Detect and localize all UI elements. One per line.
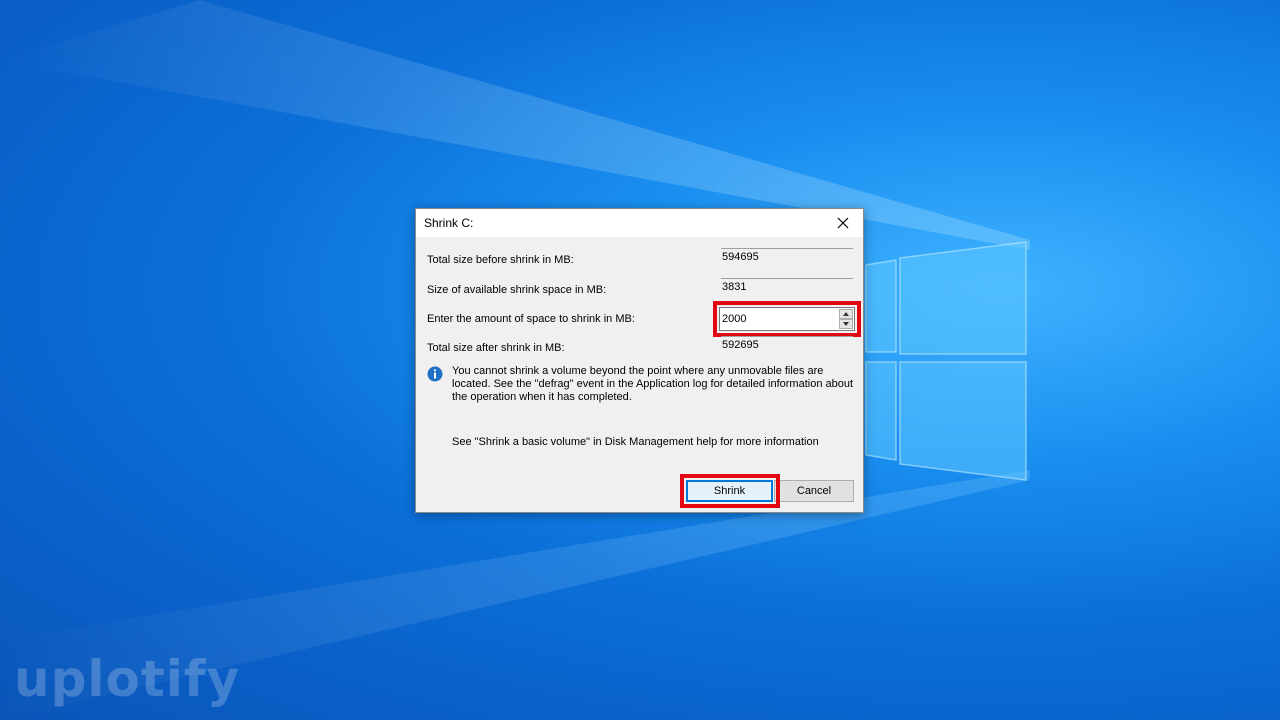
close-button[interactable]: [823, 209, 863, 237]
spin-up-button[interactable]: [839, 309, 853, 319]
shrink-amount-stepper: [719, 307, 855, 331]
shrink-dialog: Shrink C: Total size before shrink in MB…: [415, 208, 864, 513]
watermark-logo: uplotify: [14, 650, 241, 708]
total-after-value: 592695: [721, 336, 853, 358]
info-message: You cannot shrink a volume beyond the po…: [452, 365, 854, 403]
cancel-button[interactable]: Cancel: [774, 480, 854, 502]
shrink-button[interactable]: Shrink: [686, 480, 773, 502]
total-before-value: 594695: [721, 248, 853, 270]
shrink-amount-label: Enter the amount of space to shrink in M…: [427, 313, 635, 325]
shrink-amount-input[interactable]: [720, 308, 838, 330]
arrow-down-icon: [843, 322, 849, 326]
total-before-label: Total size before shrink in MB:: [427, 254, 574, 266]
title-bar: Shrink C:: [416, 209, 863, 237]
help-text: See "Shrink a basic volume" in Disk Mana…: [452, 436, 819, 448]
dialog-title: Shrink C:: [424, 216, 474, 230]
spin-buttons: [839, 309, 853, 329]
info-icon: [427, 366, 443, 382]
available-space-label: Size of available shrink space in MB:: [427, 284, 607, 296]
spin-down-button[interactable]: [839, 319, 853, 329]
close-icon: [837, 217, 849, 229]
available-space-value: 3831: [721, 278, 853, 300]
total-after-label: Total size after shrink in MB:: [427, 342, 565, 354]
arrow-up-icon: [843, 312, 849, 316]
